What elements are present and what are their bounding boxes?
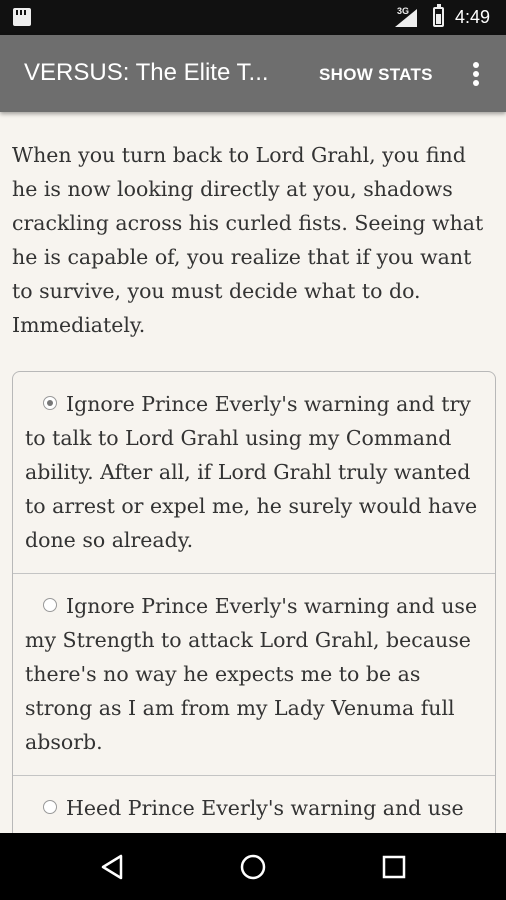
app-title: VERSUS: The Elite T...: [24, 59, 269, 86]
story-passage: When you turn back to Lord Grahl, you fi…: [12, 143, 484, 337]
radio-button[interactable]: [43, 800, 57, 814]
back-triangle-icon[interactable]: [97, 851, 129, 883]
status-bar: 3G 4:49: [0, 0, 506, 35]
app-bar: VERSUS: The Elite T... SHOW STATS: [0, 35, 506, 112]
radio-button[interactable]: [43, 598, 57, 612]
home-circle-icon[interactable]: [237, 851, 269, 883]
choice-text: Ignore Prince Everly's warning and try t…: [25, 392, 478, 552]
choice-option-3[interactable]: Heed Prince Everly's warning and use: [13, 775, 495, 833]
status-clock: 4:49: [455, 7, 491, 27]
choice-option-1[interactable]: Ignore Prince Everly's warning and try t…: [13, 372, 495, 573]
sd-card-icon: [13, 8, 31, 26]
navigation-bar: [0, 833, 506, 900]
recents-square-icon[interactable]: [378, 851, 410, 883]
more-vert-icon[interactable]: [464, 59, 488, 89]
choice-text: Heed Prince Everly's warning and use: [66, 796, 464, 820]
choice-list: Ignore Prince Everly's warning and try t…: [12, 371, 496, 833]
story-content[interactable]: When you turn back to Lord Grahl, you fi…: [0, 112, 506, 833]
choice-text: Ignore Prince Everly's warning and use m…: [25, 594, 478, 754]
network-type-label: 3G: [397, 6, 410, 16]
radio-button-selected[interactable]: [43, 396, 57, 410]
battery-icon: [433, 4, 444, 27]
show-stats-button[interactable]: SHOW STATS: [319, 65, 433, 85]
choice-option-2[interactable]: Ignore Prince Everly's warning and use m…: [13, 573, 495, 775]
